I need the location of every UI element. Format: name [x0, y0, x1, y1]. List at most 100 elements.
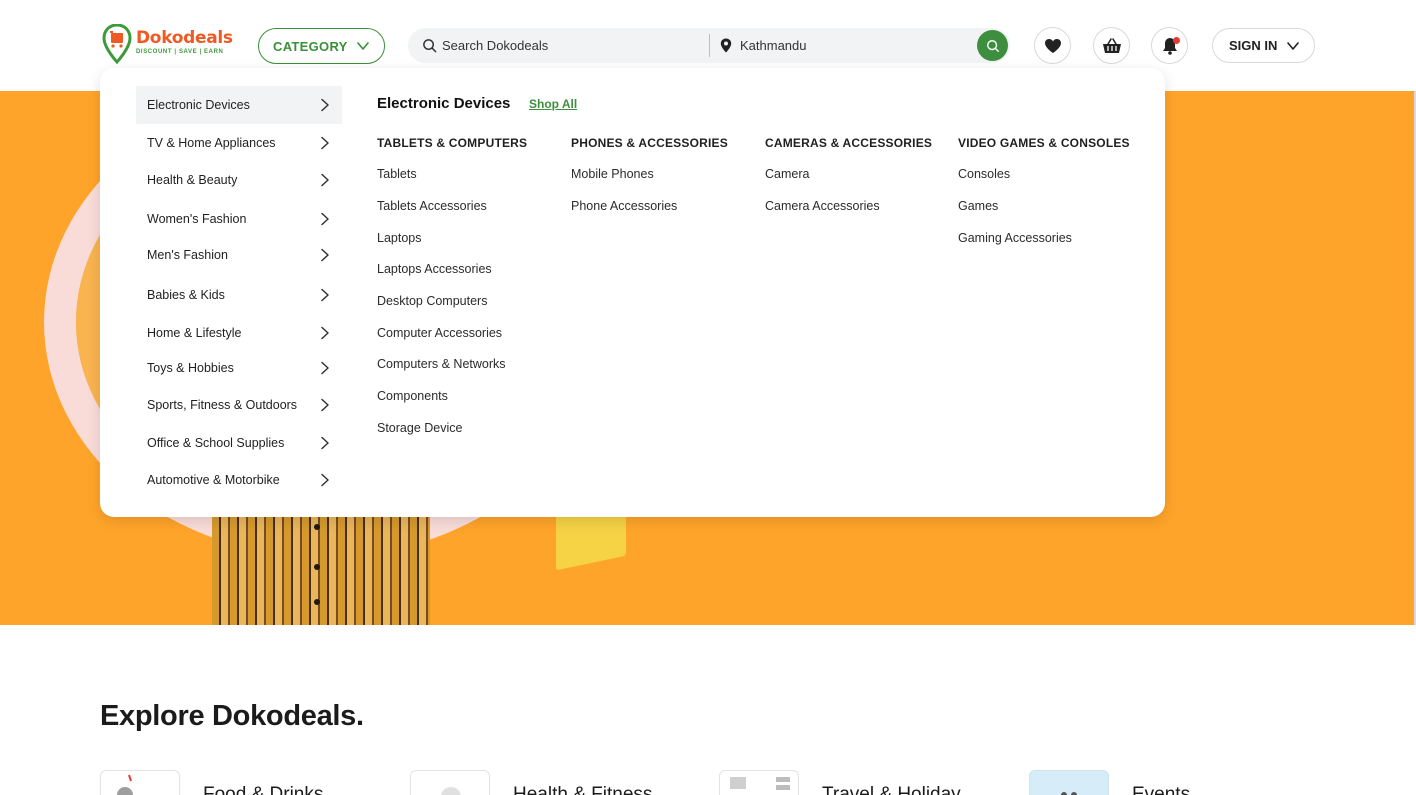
location-field[interactable]: Kathmandu: [740, 38, 807, 53]
heart-icon: [1044, 38, 1061, 53]
subcategory-link[interactable]: Mobile Phones: [571, 167, 654, 181]
subcategory-column-title[interactable]: TABLETS & COMPUTERS: [377, 136, 527, 150]
category-item-label: Men's Fashion: [147, 248, 228, 262]
category-item-tv-home-appliances[interactable]: TV & Home Appliances: [136, 124, 342, 162]
subcategory-link[interactable]: Consoles: [958, 167, 1010, 181]
category-item-womens-fashion[interactable]: Women's Fashion: [136, 200, 342, 238]
fitness-icon: [441, 787, 461, 795]
category-item-office-school-supplies[interactable]: Office & School Supplies: [136, 424, 342, 462]
drink-icon: [117, 774, 133, 795]
subcategory-link[interactable]: Games: [958, 199, 998, 213]
subcategory-link[interactable]: Tablets: [377, 167, 417, 181]
hero-model-image: [212, 501, 430, 625]
search-icon: [423, 39, 437, 53]
chevron-right-icon: [321, 136, 329, 150]
explore-tile-label[interactable]: Food & Drinks: [203, 784, 323, 795]
explore-tile-label[interactable]: Travel & Holiday: [822, 784, 961, 795]
subcategory-column-title[interactable]: CAMERAS & ACCESSORIES: [765, 136, 932, 150]
logo[interactable]: Dokodeals DISCOUNT | SAVE | EARN: [100, 22, 233, 66]
category-item-label: Office & School Supplies: [147, 436, 285, 450]
category-item-toys-hobbies[interactable]: Toys & Hobbies: [136, 349, 342, 387]
category-item-label: TV & Home Appliances: [147, 136, 276, 150]
subcategory-link[interactable]: Storage Device: [377, 421, 462, 435]
category-item-sports-fitness-outdoors[interactable]: Sports, Fitness & Outdoors: [136, 386, 342, 424]
notification-dot: [1173, 37, 1180, 44]
category-item-automotive-motorbike[interactable]: Automotive & Motorbike: [136, 461, 342, 499]
subcategory-column-phones-accessories: PHONES & ACCESSORIES Mobile Phones Phone…: [571, 136, 728, 213]
category-item-babies-kids[interactable]: Babies & Kids: [136, 276, 342, 314]
subcategory-link[interactable]: Desktop Computers: [377, 294, 487, 308]
travel-icon: [730, 777, 790, 790]
basket-icon: [1102, 37, 1121, 53]
category-item-label: Health & Beauty: [147, 173, 238, 187]
subcategory-link[interactable]: Laptops Accessories: [377, 262, 492, 276]
notifications-button[interactable]: [1151, 27, 1188, 64]
dress-button-decoration: [314, 524, 320, 530]
category-item-health-beauty[interactable]: Health & Beauty: [136, 161, 342, 199]
explore-tile-label[interactable]: Health & Fitness: [513, 784, 652, 795]
subcategory-link[interactable]: Computer Accessories: [377, 326, 502, 340]
dress-button-decoration: [314, 564, 320, 570]
category-item-home-lifestyle[interactable]: Home & Lifestyle: [136, 314, 342, 352]
cart-button[interactable]: [1093, 27, 1130, 64]
subcategory-link[interactable]: Gaming Accessories: [958, 231, 1072, 245]
subcategory-column-title[interactable]: PHONES & ACCESSORIES: [571, 136, 728, 150]
explore-tile-events-image[interactable]: [1029, 770, 1109, 795]
subcategory-link[interactable]: Computers & Networks: [377, 357, 506, 371]
dress-button-decoration: [314, 599, 320, 605]
explore-tile-food-drinks-image[interactable]: [100, 770, 180, 795]
category-item-label: Babies & Kids: [147, 288, 225, 302]
chevron-down-icon: [1287, 42, 1299, 50]
subcategory-link[interactable]: Phone Accessories: [571, 199, 677, 213]
chevron-right-icon: [321, 248, 329, 262]
explore-tile-travel-holiday-image[interactable]: [719, 770, 799, 795]
chevron-right-icon: [321, 326, 329, 340]
subcategory-link[interactable]: Camera Accessories: [765, 199, 880, 213]
search-divider: [709, 34, 710, 57]
logo-tagline: DISCOUNT | SAVE | EARN: [136, 49, 224, 55]
category-item-label: Toys & Hobbies: [147, 361, 234, 375]
events-icon: [1061, 792, 1077, 795]
sign-in-label: SIGN IN: [1229, 38, 1278, 53]
location-pin-icon: [720, 38, 732, 53]
subcategory-link[interactable]: Laptops: [377, 231, 421, 245]
category-item-label: Home & Lifestyle: [147, 326, 242, 340]
subcategory-column-video-games-consoles: VIDEO GAMES & CONSOLES Consoles Games Ga…: [958, 136, 1130, 245]
chevron-right-icon: [321, 212, 329, 226]
wishlist-button[interactable]: [1034, 27, 1071, 64]
search-bar: Kathmandu: [408, 28, 1010, 63]
subcategory-heading: Electronic Devices: [377, 95, 511, 112]
chevron-right-icon: [321, 361, 329, 375]
chevron-right-icon: [321, 473, 329, 487]
subcategory-link[interactable]: Components: [377, 389, 448, 403]
category-item-mens-fashion[interactable]: Men's Fashion: [136, 236, 342, 274]
subcategory-column-title[interactable]: VIDEO GAMES & CONSOLES: [958, 136, 1130, 150]
category-item-label: Women's Fashion: [147, 212, 247, 226]
chevron-right-icon: [321, 173, 329, 187]
explore-tile-label[interactable]: Events: [1132, 784, 1190, 795]
category-item-label: Electronic Devices: [147, 98, 250, 112]
search-icon: [986, 39, 999, 52]
subcategory-link[interactable]: Tablets Accessories: [377, 199, 487, 213]
category-item-electronic-devices[interactable]: Electronic Devices: [136, 86, 342, 124]
category-item-label: Sports, Fitness & Outdoors: [147, 398, 298, 412]
logo-wordmark: Dokodeals: [136, 28, 233, 48]
explore-heading: Explore Dokodeals.: [100, 700, 364, 732]
subcategory-column-cameras-accessories: CAMERAS & ACCESSORIES Camera Camera Acce…: [765, 136, 932, 213]
explore-tile-health-fitness-image[interactable]: [410, 770, 490, 795]
chevron-right-icon: [321, 398, 329, 412]
chevron-down-icon: [357, 42, 369, 50]
location-pin-logo-icon: [102, 24, 132, 64]
chevron-right-icon: [321, 436, 329, 450]
search-submit-button[interactable]: [977, 30, 1008, 61]
category-mega-menu: Electronic Devices TV & Home Appliances …: [100, 68, 1165, 517]
search-input[interactable]: [442, 34, 710, 57]
category-dropdown-button[interactable]: CATEGORY: [258, 28, 385, 64]
subcategory-column-tablets-computers: TABLETS & COMPUTERS Tablets Tablets Acce…: [377, 136, 527, 435]
chevron-right-icon: [321, 288, 329, 302]
subcategory-link[interactable]: Camera: [765, 167, 809, 181]
chevron-right-icon: [321, 98, 329, 112]
category-label: CATEGORY: [273, 38, 348, 54]
sign-in-button[interactable]: SIGN IN: [1212, 28, 1315, 63]
shop-all-link[interactable]: Shop All: [529, 97, 577, 111]
